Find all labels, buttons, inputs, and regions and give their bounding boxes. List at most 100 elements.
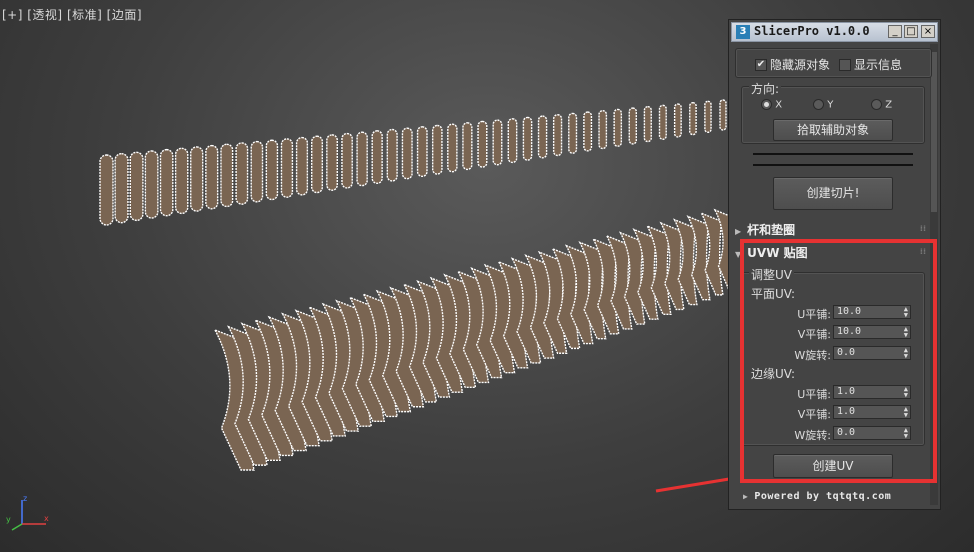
edge-w-rot-row: W旋转: 0.0 ▲ ▼	[791, 426, 921, 442]
planar-v-tile-row: V平铺: 10.0 ▲ ▼	[791, 325, 921, 341]
rollout-arrow-icon: ▼	[735, 250, 742, 259]
grip-icon: ⁞⁞	[919, 224, 926, 233]
spinner-arrows-icon[interactable]: ▲ ▼	[904, 306, 908, 319]
bench-top-slat	[431, 124, 443, 175]
edge-v-tile-spinner[interactable]: 1.0 ▲ ▼	[833, 405, 911, 419]
bench-top-slat	[477, 120, 488, 168]
svg-text:x: x	[44, 514, 49, 523]
bench-top-slat	[159, 148, 174, 217]
rollout-arrow-icon: ▶	[735, 227, 742, 236]
bench-top-slat	[144, 150, 159, 219]
spinner-arrows-icon[interactable]: ▲ ▼	[904, 406, 908, 419]
bench-top-slat	[174, 147, 189, 215]
hide-source-label: 隐藏源对象	[770, 58, 831, 72]
create-slices-button[interactable]: 创建切片!	[773, 177, 893, 210]
scrollbar-thumb[interactable]	[931, 52, 937, 212]
svg-text:y: y	[6, 515, 11, 524]
spinner-arrows-icon[interactable]: ▲ ▼	[904, 386, 908, 399]
pick-helper-button[interactable]: 拾取辅助对象	[773, 119, 893, 141]
planar-w-rot-value[interactable]: 0.0	[837, 347, 855, 358]
bench-top-slat	[689, 101, 697, 136]
planar-u-tile-label: U平铺:	[797, 308, 831, 321]
panel-scrollbar[interactable]	[930, 44, 938, 505]
edge-v-tile-row: V平铺: 1.0 ▲ ▼	[791, 405, 921, 421]
app-icon: 3	[736, 25, 750, 39]
rollout-rods[interactable]: ▶ 杆和垫圈 ⁞⁞	[735, 221, 930, 239]
bench-top-slat	[522, 116, 533, 161]
close-button[interactable]: ×	[921, 25, 935, 38]
rollout-uvw-label: UVW 贴图	[747, 246, 808, 260]
planar-w-rot-spinner[interactable]: 0.0 ▲ ▼	[833, 346, 911, 360]
divider	[753, 164, 913, 166]
planar-u-tile-value[interactable]: 10.0	[837, 306, 861, 317]
minimize-button[interactable]: _	[888, 25, 902, 38]
checkbox-icon: ✔	[755, 58, 767, 71]
bench-top-slat	[311, 135, 324, 194]
radio-icon	[871, 99, 882, 110]
planar-v-tile-spinner[interactable]: 10.0 ▲ ▼	[833, 325, 911, 339]
hide-source-checkbox[interactable]: ✔ 隐藏源对象	[755, 56, 830, 74]
bench-top-slat	[507, 118, 518, 164]
slicerpro-panel: 3 SlicerPro v1.0.0 _ □ × ✔ 隐藏源对象 显示信息 方向:…	[728, 19, 941, 510]
axis-x-radio[interactable]: X	[761, 99, 782, 111]
panel-title: SlicerPro v1.0.0	[754, 24, 870, 38]
bench-top-slat	[356, 131, 368, 187]
checkbox-icon	[839, 58, 851, 71]
axis-y-radio[interactable]: Y	[813, 99, 833, 111]
create-uv-button[interactable]: 创建UV	[773, 454, 893, 478]
edge-w-rot-label: W旋转:	[794, 429, 831, 442]
bench-top-slat	[462, 122, 473, 171]
axis-gizmo-icon: z x y	[6, 494, 49, 531]
footer-label: Powered by tqtqtq.com	[754, 491, 892, 502]
bench-top-slat	[704, 100, 712, 134]
edge-w-rot-spinner[interactable]: 0.0 ▲ ▼	[833, 426, 911, 440]
bench-top-slat	[492, 119, 503, 166]
bench-top-slat	[326, 134, 338, 191]
planar-u-tile-spinner[interactable]: 10.0 ▲ ▼	[833, 305, 911, 319]
planar-v-tile-value[interactable]: 10.0	[837, 326, 861, 337]
edge-uv-label: 边缘UV:	[751, 367, 796, 381]
footer-rollout[interactable]: ▶ Powered by tqtqtq.com	[743, 491, 891, 502]
bench-top-slat	[386, 128, 398, 182]
rollout-rods-label: 杆和垫圈	[747, 223, 796, 237]
bench-top-slat	[129, 151, 144, 222]
bench-top-slat	[371, 130, 383, 184]
radio-icon	[761, 99, 772, 110]
grip-icon: ⁞⁞	[919, 247, 926, 256]
bench-top-slat	[416, 126, 428, 178]
bench-top-slat	[643, 106, 652, 143]
rollout-arrow-icon: ▶	[743, 492, 749, 501]
edge-u-tile-label: U平铺:	[797, 388, 831, 401]
edge-u-tile-value[interactable]: 1.0	[837, 386, 855, 397]
show-info-checkbox[interactable]: 显示信息	[839, 56, 902, 74]
edge-u-tile-spinner[interactable]: 1.0 ▲ ▼	[833, 385, 911, 399]
bench-top-slat	[235, 142, 249, 205]
adjust-uv-label: 调整UV	[749, 266, 794, 283]
planar-w-rot-row: W旋转: 0.0 ▲ ▼	[791, 346, 921, 362]
bench-top-slat	[658, 104, 667, 140]
maximize-button[interactable]: □	[904, 25, 918, 38]
axis-z-label: Z	[885, 99, 893, 111]
rollout-uvw[interactable]: ▼ UVW 贴图 ⁞⁞	[735, 244, 930, 262]
bench-top-slat	[341, 132, 353, 189]
bench-top-slat	[205, 144, 219, 210]
bench-top-slat	[114, 152, 129, 224]
edge-v-tile-value[interactable]: 1.0	[837, 406, 855, 417]
panel-titlebar[interactable]: 3 SlicerPro v1.0.0 _ □ ×	[731, 22, 938, 42]
bench-top-slat	[190, 146, 204, 212]
axis-z-radio[interactable]: Z	[871, 99, 892, 111]
spinner-arrows-icon[interactable]: ▲ ▼	[904, 347, 908, 360]
bench-top-slat	[99, 154, 114, 226]
bench-top-slat	[265, 139, 279, 201]
radio-icon	[813, 99, 824, 110]
bench-top-slat	[673, 103, 682, 138]
spinner-arrows-icon[interactable]: ▲ ▼	[904, 427, 908, 440]
edge-w-rot-value[interactable]: 0.0	[837, 427, 855, 438]
bench-top-slat	[250, 140, 264, 203]
bench-top-slat	[568, 112, 578, 154]
planar-uv-label: 平面UV:	[751, 287, 796, 301]
planar-u-tile-row: U平铺: 10.0 ▲ ▼	[791, 305, 921, 321]
bench-top-slat	[295, 136, 309, 196]
direction-label: 方向:	[749, 80, 782, 97]
spinner-arrows-icon[interactable]: ▲ ▼	[904, 326, 908, 339]
